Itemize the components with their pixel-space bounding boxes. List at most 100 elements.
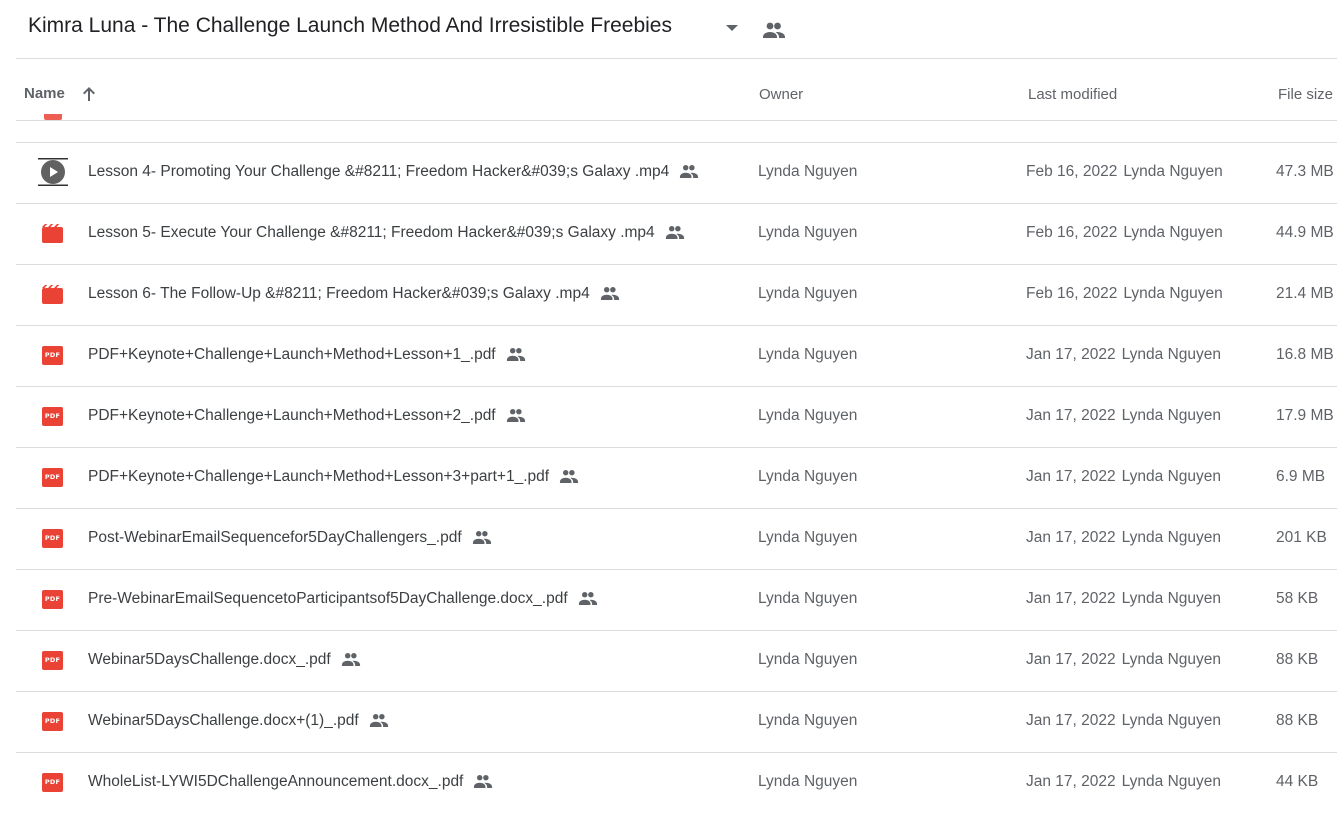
file-name-text: Lesson 6- The Follow-Up &#8211; Freedom … — [88, 285, 590, 302]
file-name[interactable]: PDF+Keynote+Challenge+Launch+Method+Less… — [88, 407, 526, 427]
file-name[interactable]: Webinar5DaysChallenge.docx+(1)_.pdf — [88, 712, 389, 732]
modified-date: Jan 17, 2022 — [1026, 773, 1116, 790]
file-name[interactable]: PDF+Keynote+Challenge+Launch+Method+Less… — [88, 346, 526, 366]
pdf-file-icon: PDF — [42, 773, 63, 792]
video-thumbnail-icon — [38, 157, 68, 187]
folder-title[interactable]: Kimra Luna - The Challenge Launch Method… — [28, 14, 672, 38]
file-name-text: Webinar5DaysChallenge.docx+(1)_.pdf — [88, 712, 359, 729]
file-row[interactable]: PDF Pre-WebinarEmailSequencetoParticipant… — [16, 569, 1337, 630]
file-name-text: Pre-WebinarEmailSequencetoParticipantsof… — [88, 590, 568, 607]
file-name[interactable]: Lesson 4- Promoting Your Challenge &#821… — [88, 163, 699, 183]
file-modified: Feb 16, 2022 Lynda Nguyen — [1026, 224, 1223, 242]
people-icon — [506, 347, 526, 366]
people-icon — [341, 652, 361, 671]
modified-by: Lynda Nguyen — [1121, 529, 1222, 546]
file-modified: Feb 16, 2022 Lynda Nguyen — [1026, 285, 1223, 303]
file-owner: Lynda Nguyen — [758, 712, 858, 729]
file-name[interactable]: PDF+Keynote+Challenge+Launch+Method+Less… — [88, 468, 579, 488]
file-owner: Lynda Nguyen — [758, 346, 858, 363]
file-owner: Lynda Nguyen — [758, 407, 858, 424]
file-row[interactable]: PDF Webinar5DaysChallenge.docx_.pdf Lynda … — [16, 630, 1337, 691]
file-name-text: PDF+Keynote+Challenge+Launch+Method+Less… — [88, 346, 496, 363]
modified-date: Jan 17, 2022 — [1026, 346, 1116, 363]
file-modified: Feb 16, 2022 Lynda Nguyen — [1026, 163, 1223, 181]
column-owner-header[interactable]: Owner — [759, 86, 803, 103]
column-name-header[interactable]: Name — [24, 85, 65, 102]
pdf-file-icon: PDF — [42, 590, 63, 609]
video-file-icon — [42, 223, 63, 243]
people-icon — [600, 286, 620, 305]
file-name[interactable]: Lesson 5- Execute Your Challenge &#8211;… — [88, 224, 685, 244]
file-row[interactable]: Lesson 6- The Follow-Up &#8211; Freedom … — [16, 264, 1337, 325]
file-name[interactable]: Pre-WebinarEmailSequencetoParticipantsof… — [88, 590, 598, 610]
file-name[interactable]: Post-WebinarEmailSequencefor5DayChalleng… — [88, 529, 492, 549]
file-modified: Jan 17, 2022 Lynda Nguyen — [1026, 590, 1221, 608]
people-icon — [473, 774, 493, 793]
modified-by: Lynda Nguyen — [1121, 407, 1222, 424]
file-size: 47.3 MB — [1276, 163, 1334, 180]
caret-down-icon[interactable] — [726, 25, 738, 31]
file-row[interactable]: Lesson 4- Promoting Your Challenge &#821… — [16, 143, 1337, 203]
file-name-text: Webinar5DaysChallenge.docx_.pdf — [88, 651, 331, 668]
file-owner: Lynda Nguyen — [758, 468, 858, 485]
pdf-file-icon: PDF — [42, 712, 63, 731]
file-row[interactable]: PDF Post-WebinarEmailSequencefor5DayChall… — [16, 508, 1337, 569]
file-modified: Jan 17, 2022 Lynda Nguyen — [1026, 712, 1221, 730]
file-row[interactable]: PDF PDF+Keynote+Challenge+Launch+Method+L… — [16, 386, 1337, 447]
pdf-file-icon: PDF — [42, 651, 63, 670]
file-modified: Jan 17, 2022 Lynda Nguyen — [1026, 468, 1221, 486]
modified-date: Jan 17, 2022 — [1026, 468, 1116, 485]
file-owner: Lynda Nguyen — [758, 773, 858, 790]
modified-date: Jan 17, 2022 — [1026, 712, 1116, 729]
file-name[interactable]: WholeList-LYWI5DChallengeAnnouncement.do… — [88, 773, 493, 793]
modified-by: Lynda Nguyen — [1121, 468, 1222, 485]
file-owner: Lynda Nguyen — [758, 590, 858, 607]
file-name[interactable]: Webinar5DaysChallenge.docx_.pdf — [88, 651, 361, 671]
people-icon — [665, 225, 685, 244]
file-row[interactable]: PDF WholeList-LYWI5DChallengeAnnouncement… — [16, 752, 1337, 813]
video-file-icon — [42, 284, 63, 304]
file-size: 21.4 MB — [1276, 285, 1334, 302]
file-name-text: Lesson 4- Promoting Your Challenge &#821… — [88, 163, 670, 180]
file-owner: Lynda Nguyen — [758, 224, 858, 241]
file-size: 88 KB — [1276, 712, 1319, 729]
modified-date: Jan 17, 2022 — [1026, 529, 1116, 546]
file-name-text: PDF+Keynote+Challenge+Launch+Method+Less… — [88, 468, 550, 485]
file-size: 44 KB — [1276, 773, 1319, 790]
modified-date: Jan 17, 2022 — [1026, 590, 1116, 607]
modified-date: Feb 16, 2022 — [1026, 163, 1118, 180]
file-row[interactable]: PDF Webinar5DaysChallenge.docx+(1)_.pdf Ly… — [16, 691, 1337, 752]
file-owner: Lynda Nguyen — [758, 529, 858, 546]
file-size: 16.8 MB — [1276, 346, 1334, 363]
file-size: 88 KB — [1276, 651, 1319, 668]
arrow-up-icon[interactable] — [80, 85, 98, 103]
file-size: 58 KB — [1276, 590, 1319, 607]
file-row[interactable]: Lesson 5- Execute Your Challenge &#8211;… — [16, 203, 1337, 264]
file-modified: Jan 17, 2022 Lynda Nguyen — [1026, 651, 1221, 669]
video-file-icon — [44, 114, 62, 120]
folder-header: Kimra Luna - The Challenge Launch Method… — [0, 0, 1337, 58]
file-row[interactable]: PDF PDF+Keynote+Challenge+Launch+Method+L… — [16, 447, 1337, 508]
column-header-row: Name Owner Last modified File size — [0, 58, 1337, 120]
modified-date: Feb 16, 2022 — [1026, 285, 1118, 302]
file-modified: Jan 17, 2022 Lynda Nguyen — [1026, 407, 1221, 425]
modified-by: Lynda Nguyen — [1121, 346, 1222, 363]
file-size: 44.9 MB — [1276, 224, 1334, 241]
divider — [16, 120, 1337, 121]
column-modified-header[interactable]: Last modified — [1028, 86, 1117, 103]
file-name[interactable]: Lesson 6- The Follow-Up &#8211; Freedom … — [88, 285, 620, 305]
file-row[interactable]: PDF PDF+Keynote+Challenge+Launch+Method+L… — [16, 325, 1337, 386]
people-icon[interactable] — [762, 21, 786, 39]
modified-by: Lynda Nguyen — [1123, 285, 1223, 302]
pdf-file-icon: PDF — [42, 407, 63, 426]
people-icon — [559, 469, 579, 488]
file-list: Lesson 4- Promoting Your Challenge &#821… — [0, 143, 1337, 813]
file-name-text: PDF+Keynote+Challenge+Launch+Method+Less… — [88, 407, 496, 424]
pdf-file-icon: PDF — [42, 468, 63, 487]
file-owner: Lynda Nguyen — [758, 651, 858, 668]
file-size: 201 KB — [1276, 529, 1327, 546]
file-size: 17.9 MB — [1276, 407, 1334, 424]
column-size-header[interactable]: File size — [1278, 86, 1333, 103]
file-name-text: Post-WebinarEmailSequencefor5DayChalleng… — [88, 529, 462, 546]
modified-by: Lynda Nguyen — [1123, 163, 1223, 180]
